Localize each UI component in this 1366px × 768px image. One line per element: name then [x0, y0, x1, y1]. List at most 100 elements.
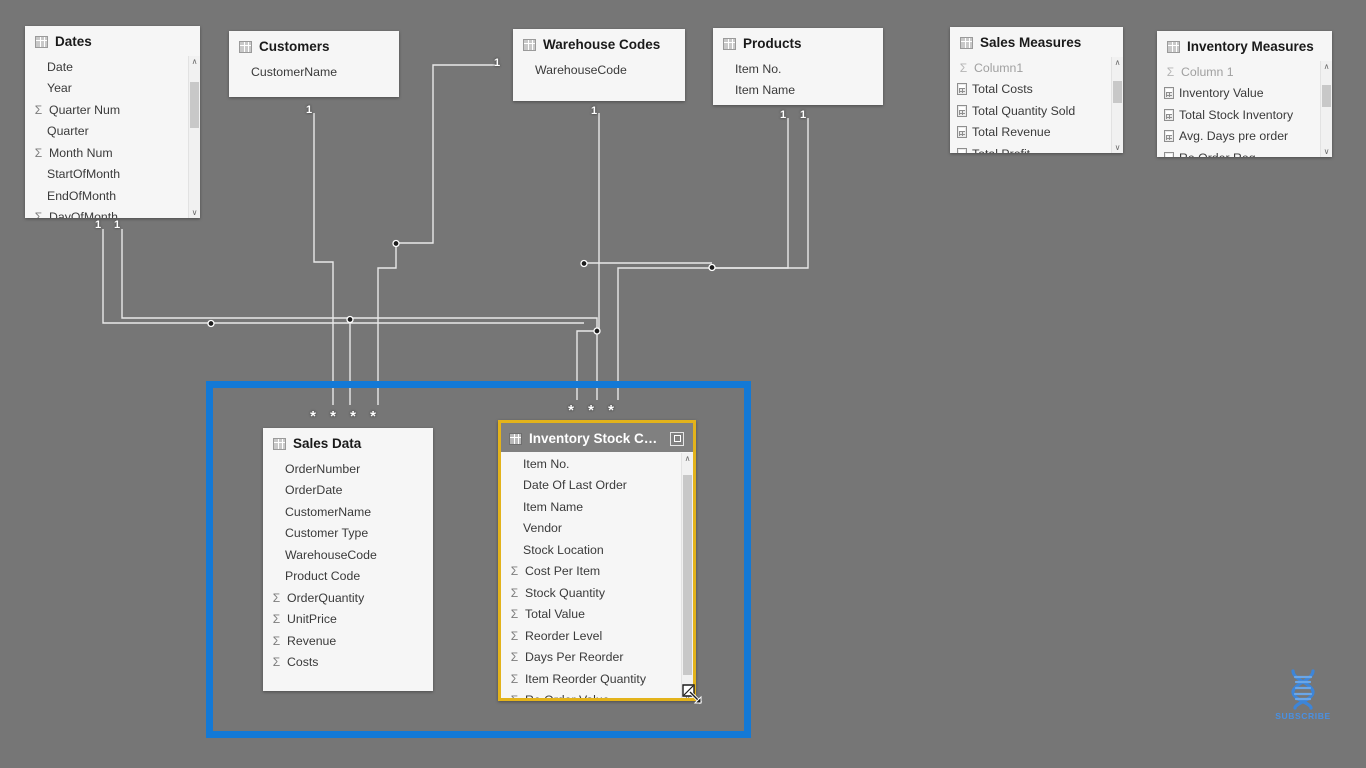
field-row[interactable]: Σ Reorder Level: [501, 625, 693, 647]
field-label: CustomerName: [251, 64, 338, 79]
field-row[interactable]: Quarter: [25, 121, 200, 143]
scroll-up-icon[interactable]: ∧: [682, 453, 693, 464]
field-list-sales-data: OrderNumber OrderDate CustomerName Customer…: [263, 457, 433, 679]
scroll-down-icon[interactable]: ∨: [1112, 142, 1123, 153]
table-header-customers[interactable]: Customers: [229, 31, 399, 60]
field-label: Total Profit: [972, 147, 1030, 153]
scroll-up-icon[interactable]: ∧: [1112, 57, 1123, 68]
table-header-warehouse-codes[interactable]: Warehouse Codes: [513, 29, 685, 58]
scrollbar-thumb[interactable]: [683, 475, 692, 675]
field-row[interactable]: Σ Month Num: [25, 142, 200, 164]
field-row[interactable]: Inventory Value: [1157, 83, 1332, 105]
table-scrollbar[interactable]: ∧ ∨: [1111, 57, 1123, 153]
calculator-icon: [1164, 87, 1174, 100]
field-row[interactable]: Date Of Last Order: [501, 475, 693, 497]
field-label: WarehouseCode: [535, 62, 627, 77]
field-row[interactable]: CustomerName: [263, 501, 433, 523]
field-row[interactable]: Σ OrderQuantity: [263, 587, 433, 609]
field-row[interactable]: Total Revenue: [950, 122, 1123, 144]
table-scrollbar[interactable]: ∧ ∨: [1320, 61, 1332, 157]
field-row[interactable]: Vendor: [501, 518, 693, 540]
field-row[interactable]: Σ Column 1: [1157, 61, 1332, 83]
field-row[interactable]: OrderDate: [263, 480, 433, 502]
field-row[interactable]: Total Costs: [950, 79, 1123, 101]
subscribe-watermark[interactable]: SUBSCRIBE: [1258, 668, 1348, 721]
field-label: OrderNumber: [285, 461, 361, 476]
field-row[interactable]: Σ Stock Quantity: [501, 582, 693, 604]
table-card-inventory-stock-control[interactable]: Inventory Stock Control Item No. Date Of L…: [498, 420, 696, 701]
field-row[interactable]: Σ Cost Per Item: [501, 561, 693, 583]
field-label: Total Revenue: [972, 125, 1051, 140]
table-scrollbar[interactable]: ∧ ∨: [188, 56, 200, 218]
field-row[interactable]: Σ Item Reorder Quantity: [501, 668, 693, 690]
scroll-down-icon[interactable]: ∨: [189, 207, 200, 218]
cardinality-marker-warehouse-1-b: 1: [590, 105, 598, 117]
scrollbar-thumb[interactable]: [1322, 85, 1331, 107]
field-list-dates: Date Year Σ Quarter Num Quarter Σ Month Num Sta…: [25, 55, 200, 218]
table-card-warehouse-codes[interactable]: Warehouse Codes WarehouseCode: [513, 29, 685, 101]
field-row[interactable]: Total Profit: [950, 143, 1123, 153]
cardinality-marker-sales-many-4: *: [370, 408, 376, 425]
table-title: Dates: [55, 34, 92, 49]
table-scrollbar[interactable]: ∧ ∨: [681, 453, 693, 698]
field-row[interactable]: OrderNumber: [263, 458, 433, 480]
model-view-canvas[interactable]: Dates Date Year Σ Quarter Num Quarter Σ Month N…: [0, 0, 1366, 768]
field-row[interactable]: Stock Location: [501, 539, 693, 561]
scrollbar-thumb[interactable]: [1113, 81, 1122, 103]
field-row[interactable]: Σ UnitPrice: [263, 609, 433, 631]
field-row[interactable]: Date: [25, 56, 200, 78]
grid-icon: [1167, 40, 1180, 53]
field-row[interactable]: Σ Costs: [263, 652, 433, 674]
field-row[interactable]: Σ DayOfMonth: [25, 207, 200, 218]
field-row[interactable]: Σ Days Per Reorder: [501, 647, 693, 669]
table-header-sales-measures[interactable]: Sales Measures: [950, 27, 1123, 56]
sigma-icon: Σ: [510, 607, 519, 622]
table-card-products[interactable]: Products Item No. Item Name: [713, 28, 883, 105]
field-row[interactable]: StartOfMonth: [25, 164, 200, 186]
table-header-dates[interactable]: Dates: [25, 26, 200, 55]
field-row[interactable]: Year: [25, 78, 200, 100]
scroll-up-icon[interactable]: ∧: [1321, 61, 1332, 72]
field-label: Total Costs: [972, 82, 1033, 97]
field-row[interactable]: Item Name: [713, 80, 883, 102]
table-header-products[interactable]: Products: [713, 28, 883, 57]
scroll-down-icon[interactable]: ∨: [1321, 146, 1332, 157]
field-label: Product Code: [285, 569, 361, 584]
table-card-inventory-measures[interactable]: Inventory Measures Σ Column 1 Inventory Val…: [1157, 31, 1332, 157]
field-row[interactable]: Item Name: [501, 496, 693, 518]
field-row[interactable]: Σ Re Order Value: [501, 690, 693, 698]
field-row[interactable]: Customer Type: [263, 523, 433, 545]
field-row[interactable]: EndOfMonth: [25, 185, 200, 207]
field-row[interactable]: WarehouseCode: [263, 544, 433, 566]
field-row[interactable]: Product Code: [263, 566, 433, 588]
grid-icon: [523, 38, 536, 51]
grid-icon: [723, 37, 736, 50]
resize-handle-icon[interactable]: [681, 683, 703, 705]
table-header-inventory-stock-control[interactable]: Inventory Stock Control: [501, 423, 693, 452]
field-row[interactable]: Item No.: [501, 453, 693, 475]
maximize-icon[interactable]: [670, 431, 684, 446]
scroll-up-icon[interactable]: ∧: [189, 56, 200, 67]
table-header-sales-data[interactable]: Sales Data: [263, 428, 433, 457]
table-header-inventory-measures[interactable]: Inventory Measures: [1157, 31, 1332, 60]
field-row[interactable]: Item No.: [713, 58, 883, 80]
sigma-icon: Σ: [34, 210, 43, 218]
field-row[interactable]: Σ Total Value: [501, 604, 693, 626]
field-row[interactable]: Total Quantity Sold: [950, 100, 1123, 122]
sigma-icon: Σ: [510, 628, 519, 643]
field-row[interactable]: Re Order Req.: [1157, 147, 1332, 157]
field-row[interactable]: Σ Column1: [950, 57, 1123, 79]
field-row[interactable]: Total Stock Inventory: [1157, 104, 1332, 126]
field-row[interactable]: Σ Revenue: [263, 630, 433, 652]
field-row[interactable]: CustomerName: [229, 61, 399, 83]
table-card-dates[interactable]: Dates Date Year Σ Quarter Num Quarter Σ Month N…: [25, 26, 200, 218]
cardinality-marker-sales-many-3: *: [350, 408, 356, 425]
table-card-customers[interactable]: Customers CustomerName: [229, 31, 399, 97]
field-row[interactable]: Avg. Days pre order: [1157, 126, 1332, 148]
table-card-sales-measures[interactable]: Sales Measures Σ Column1 Total Costs Total Q…: [950, 27, 1123, 153]
field-label: Vendor: [523, 521, 562, 536]
field-row[interactable]: Σ Quarter Num: [25, 99, 200, 121]
table-card-sales-data[interactable]: Sales Data OrderNumber OrderDate CustomerNa…: [263, 428, 433, 691]
scrollbar-thumb[interactable]: [190, 82, 199, 128]
field-row[interactable]: WarehouseCode: [513, 59, 685, 81]
